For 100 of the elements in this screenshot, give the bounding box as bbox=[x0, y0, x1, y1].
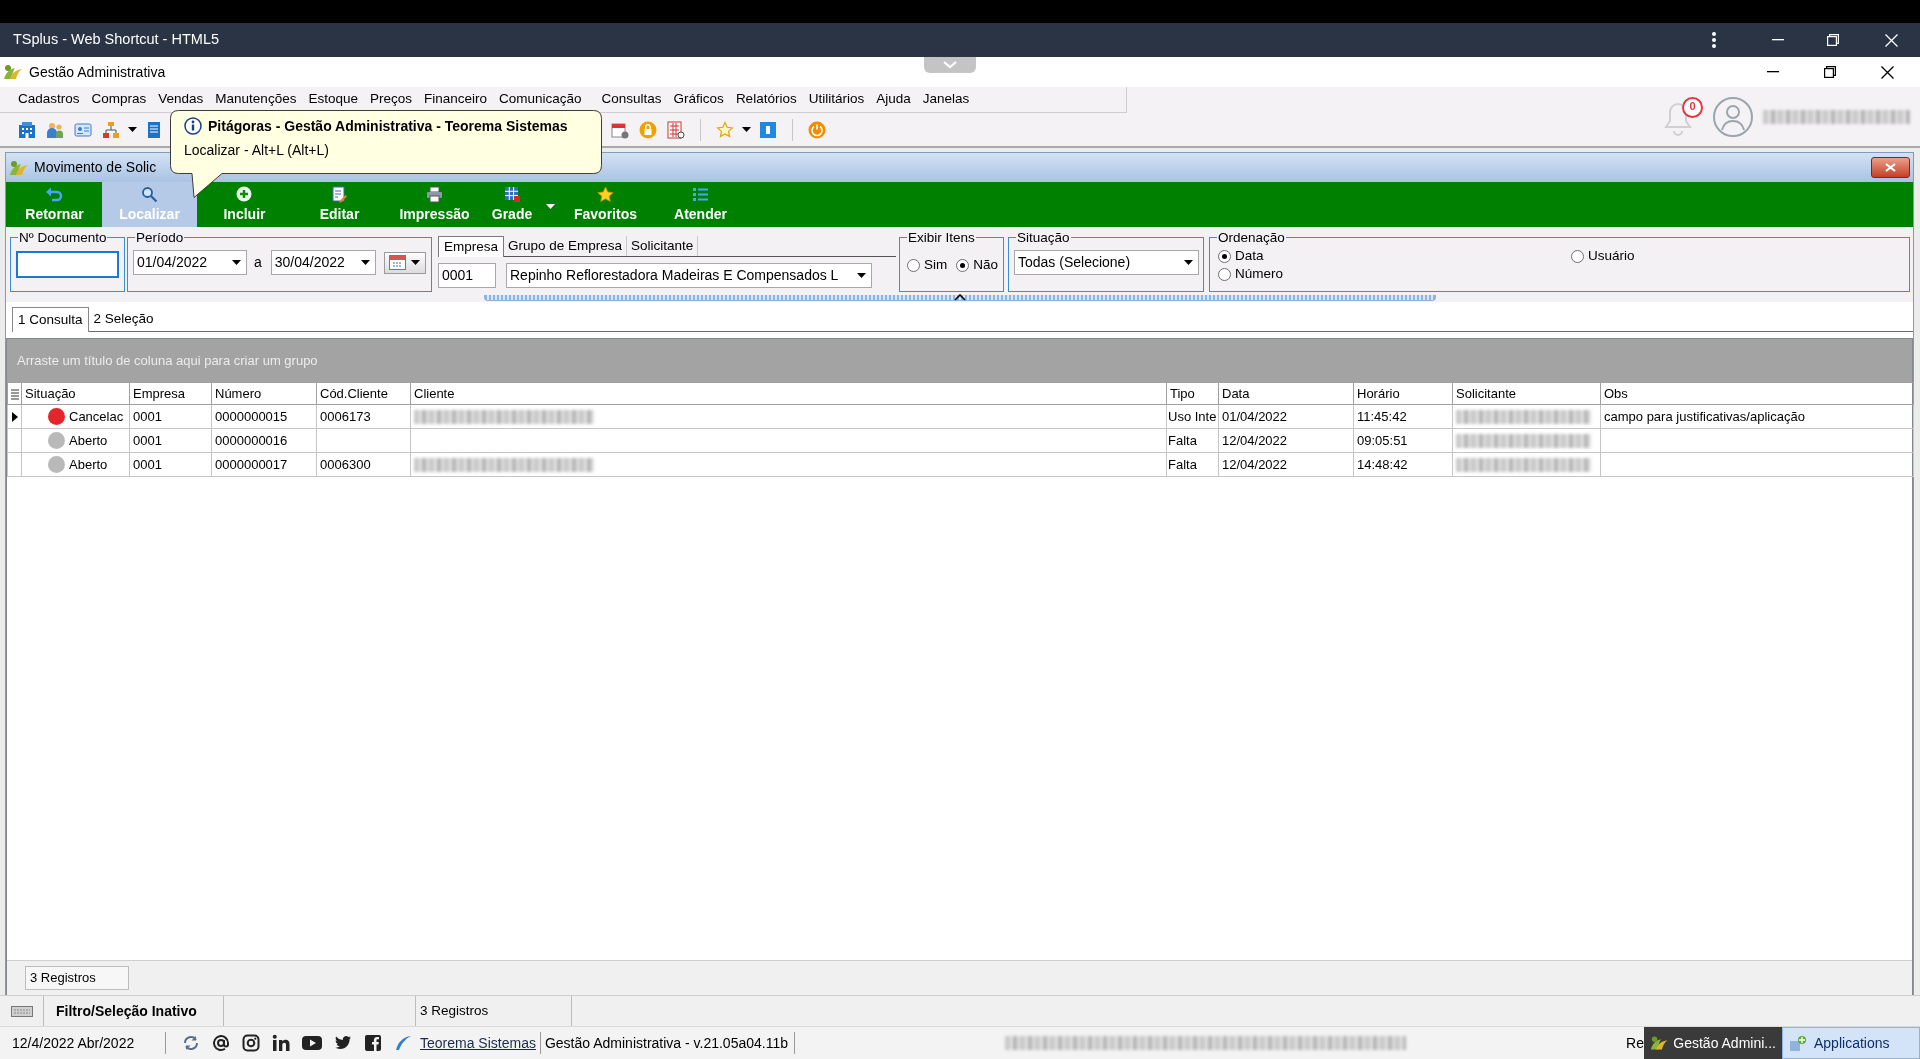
radio-label[interactable]: Data bbox=[1235, 247, 1264, 265]
column-header[interactable]: Situação bbox=[21, 382, 130, 405]
radio-button[interactable] bbox=[1218, 249, 1231, 263]
calendar-button[interactable] bbox=[383, 251, 426, 274]
tab[interactable]: Grupo de Empresa bbox=[504, 236, 628, 256]
table-cell: Aberto bbox=[69, 432, 108, 449]
toolbar-button[interactable]: Grade bbox=[482, 182, 542, 227]
facebook-icon[interactable] bbox=[364, 1034, 382, 1052]
radio-label[interactable]: Usuário bbox=[1588, 247, 1635, 265]
menu-item[interactable]: Utilitários bbox=[802, 88, 871, 111]
caret-icon[interactable] bbox=[232, 260, 241, 265]
column-header[interactable]: Tipo bbox=[1166, 382, 1219, 405]
column-header[interactable]: Cliente bbox=[410, 382, 1167, 405]
menu-item[interactable]: Cadastros bbox=[12, 88, 86, 111]
toolbar-button[interactable]: Favoritos bbox=[558, 182, 653, 227]
table-cell: 0001 bbox=[129, 404, 212, 429]
menu-item[interactable]: Consultas bbox=[595, 88, 668, 111]
menu-item[interactable]: Compras bbox=[85, 88, 153, 111]
tab[interactable]: 2 Seleção bbox=[88, 307, 159, 331]
sync-icon[interactable] bbox=[182, 1034, 200, 1052]
toolbar-button[interactable]: Editar bbox=[292, 182, 387, 227]
people-icon[interactable] bbox=[46, 120, 64, 139]
group-label: Nº Documento bbox=[18, 230, 108, 245]
column-header[interactable]: Data bbox=[1218, 382, 1354, 405]
star-icon[interactable] bbox=[716, 120, 734, 139]
org-chart-icon[interactable] bbox=[102, 120, 120, 139]
close-button[interactable] bbox=[1871, 157, 1910, 178]
twitter-icon[interactable] bbox=[334, 1034, 352, 1052]
status-dropdown[interactable]: Todas (Selecione) bbox=[1014, 250, 1199, 275]
column-header[interactable]: Cód.Cliente bbox=[316, 382, 411, 405]
document-number-field[interactable] bbox=[16, 251, 119, 278]
close-icon[interactable] bbox=[1881, 65, 1894, 79]
restore-icon[interactable] bbox=[1824, 66, 1836, 78]
at-sign-icon[interactable] bbox=[212, 1034, 230, 1052]
building-icon[interactable] bbox=[18, 120, 36, 139]
notification-count: 0 bbox=[1682, 96, 1703, 118]
radio-button[interactable] bbox=[907, 258, 920, 272]
column-header[interactable]: Empresa bbox=[129, 382, 212, 405]
menu-item[interactable]: Gráficos bbox=[667, 88, 730, 111]
group-label: Situação bbox=[1016, 230, 1071, 245]
document-icon[interactable] bbox=[145, 120, 163, 139]
date-field[interactable]: 30/04/2022 bbox=[270, 250, 376, 275]
caret-icon[interactable] bbox=[1184, 260, 1193, 265]
column-header[interactable]: Horário bbox=[1353, 382, 1453, 405]
column-header[interactable]: Obs bbox=[1600, 382, 1914, 405]
radio-button[interactable] bbox=[1571, 249, 1584, 263]
splitter-handle[interactable] bbox=[484, 295, 1436, 301]
caret-icon[interactable] bbox=[360, 260, 370, 265]
menu-item[interactable]: Relatórios bbox=[729, 88, 803, 111]
company-dropdown[interactable]: Repinho Reflorestadora Madeiras E Compensados L bbox=[506, 263, 872, 288]
toolbar-button[interactable]: Retornar bbox=[7, 182, 102, 227]
youtube-icon[interactable] bbox=[302, 1034, 322, 1052]
menu-item[interactable]: Manutenções bbox=[209, 88, 303, 111]
menu-item[interactable]: Vendas bbox=[152, 88, 210, 111]
caret-icon[interactable] bbox=[411, 260, 421, 265]
window-title: TSplus - Web Shortcut - HTML5 bbox=[13, 31, 220, 49]
menu-item[interactable]: Ajuda bbox=[870, 88, 917, 111]
radio-label[interactable]: Número bbox=[1235, 265, 1283, 283]
instagram-icon[interactable] bbox=[242, 1034, 260, 1052]
id-card-icon[interactable] bbox=[74, 120, 92, 139]
column-header[interactable]: Número bbox=[211, 382, 317, 405]
edit-icon bbox=[331, 186, 348, 204]
panel-icon[interactable] bbox=[759, 120, 777, 139]
toolbar-button[interactable]: Impressão bbox=[387, 182, 482, 227]
menu-item[interactable]: Financeiro bbox=[418, 88, 493, 111]
menu-item[interactable]: Comunicação bbox=[493, 88, 588, 111]
caret-icon[interactable] bbox=[128, 127, 137, 132]
tab[interactable]: Empresa bbox=[438, 236, 505, 257]
table-cell: campo para justificativas/aplicação bbox=[1600, 404, 1914, 429]
radio-label[interactable]: Não bbox=[973, 257, 998, 274]
group-label: Exibir Itens bbox=[907, 230, 976, 245]
column-header[interactable]: Solicitante bbox=[1452, 382, 1601, 405]
taskbar-button[interactable]: Gestão Admini... bbox=[1644, 1027, 1782, 1059]
company-code-field[interactable]: 0001 bbox=[438, 263, 496, 288]
radio-button[interactable] bbox=[956, 258, 970, 272]
menu-item[interactable]: Estoque bbox=[302, 88, 364, 111]
menu-item[interactable]: Janelas bbox=[916, 88, 976, 111]
link[interactable]: Teorema Sistemas bbox=[420, 1034, 536, 1052]
date-field[interactable]: 01/04/2022 bbox=[133, 250, 247, 275]
radio-button[interactable] bbox=[1218, 267, 1231, 281]
caret-icon[interactable] bbox=[742, 127, 751, 132]
swoosh-icon[interactable] bbox=[394, 1034, 412, 1052]
toolbar-button[interactable]: Atender bbox=[653, 182, 748, 227]
tab[interactable]: 1 Consulta bbox=[12, 307, 89, 332]
restore-icon[interactable] bbox=[1827, 34, 1839, 46]
calculator-icon[interactable] bbox=[667, 120, 685, 139]
minimize-icon[interactable] bbox=[1767, 71, 1779, 73]
bell-icon[interactable] bbox=[1661, 100, 1695, 137]
linkedin-icon[interactable] bbox=[272, 1034, 290, 1052]
minimize-icon[interactable] bbox=[1772, 39, 1784, 41]
more-icon[interactable] bbox=[1712, 32, 1716, 48]
menu-item[interactable]: Preços bbox=[363, 88, 418, 111]
caret-icon[interactable] bbox=[857, 273, 866, 278]
column-chooser-icon[interactable] bbox=[11, 388, 19, 400]
taskbar-button[interactable]: Applications bbox=[1782, 1027, 1920, 1059]
tab[interactable]: Solicitante bbox=[627, 236, 699, 256]
radio-label[interactable]: Sim bbox=[924, 257, 948, 274]
tooltip-title: Pitágoras - Gestão Administrativa - Teorema Sistemas bbox=[208, 117, 568, 135]
calendar-icon[interactable] bbox=[611, 120, 629, 139]
chevron-up-icon[interactable] bbox=[954, 294, 966, 301]
